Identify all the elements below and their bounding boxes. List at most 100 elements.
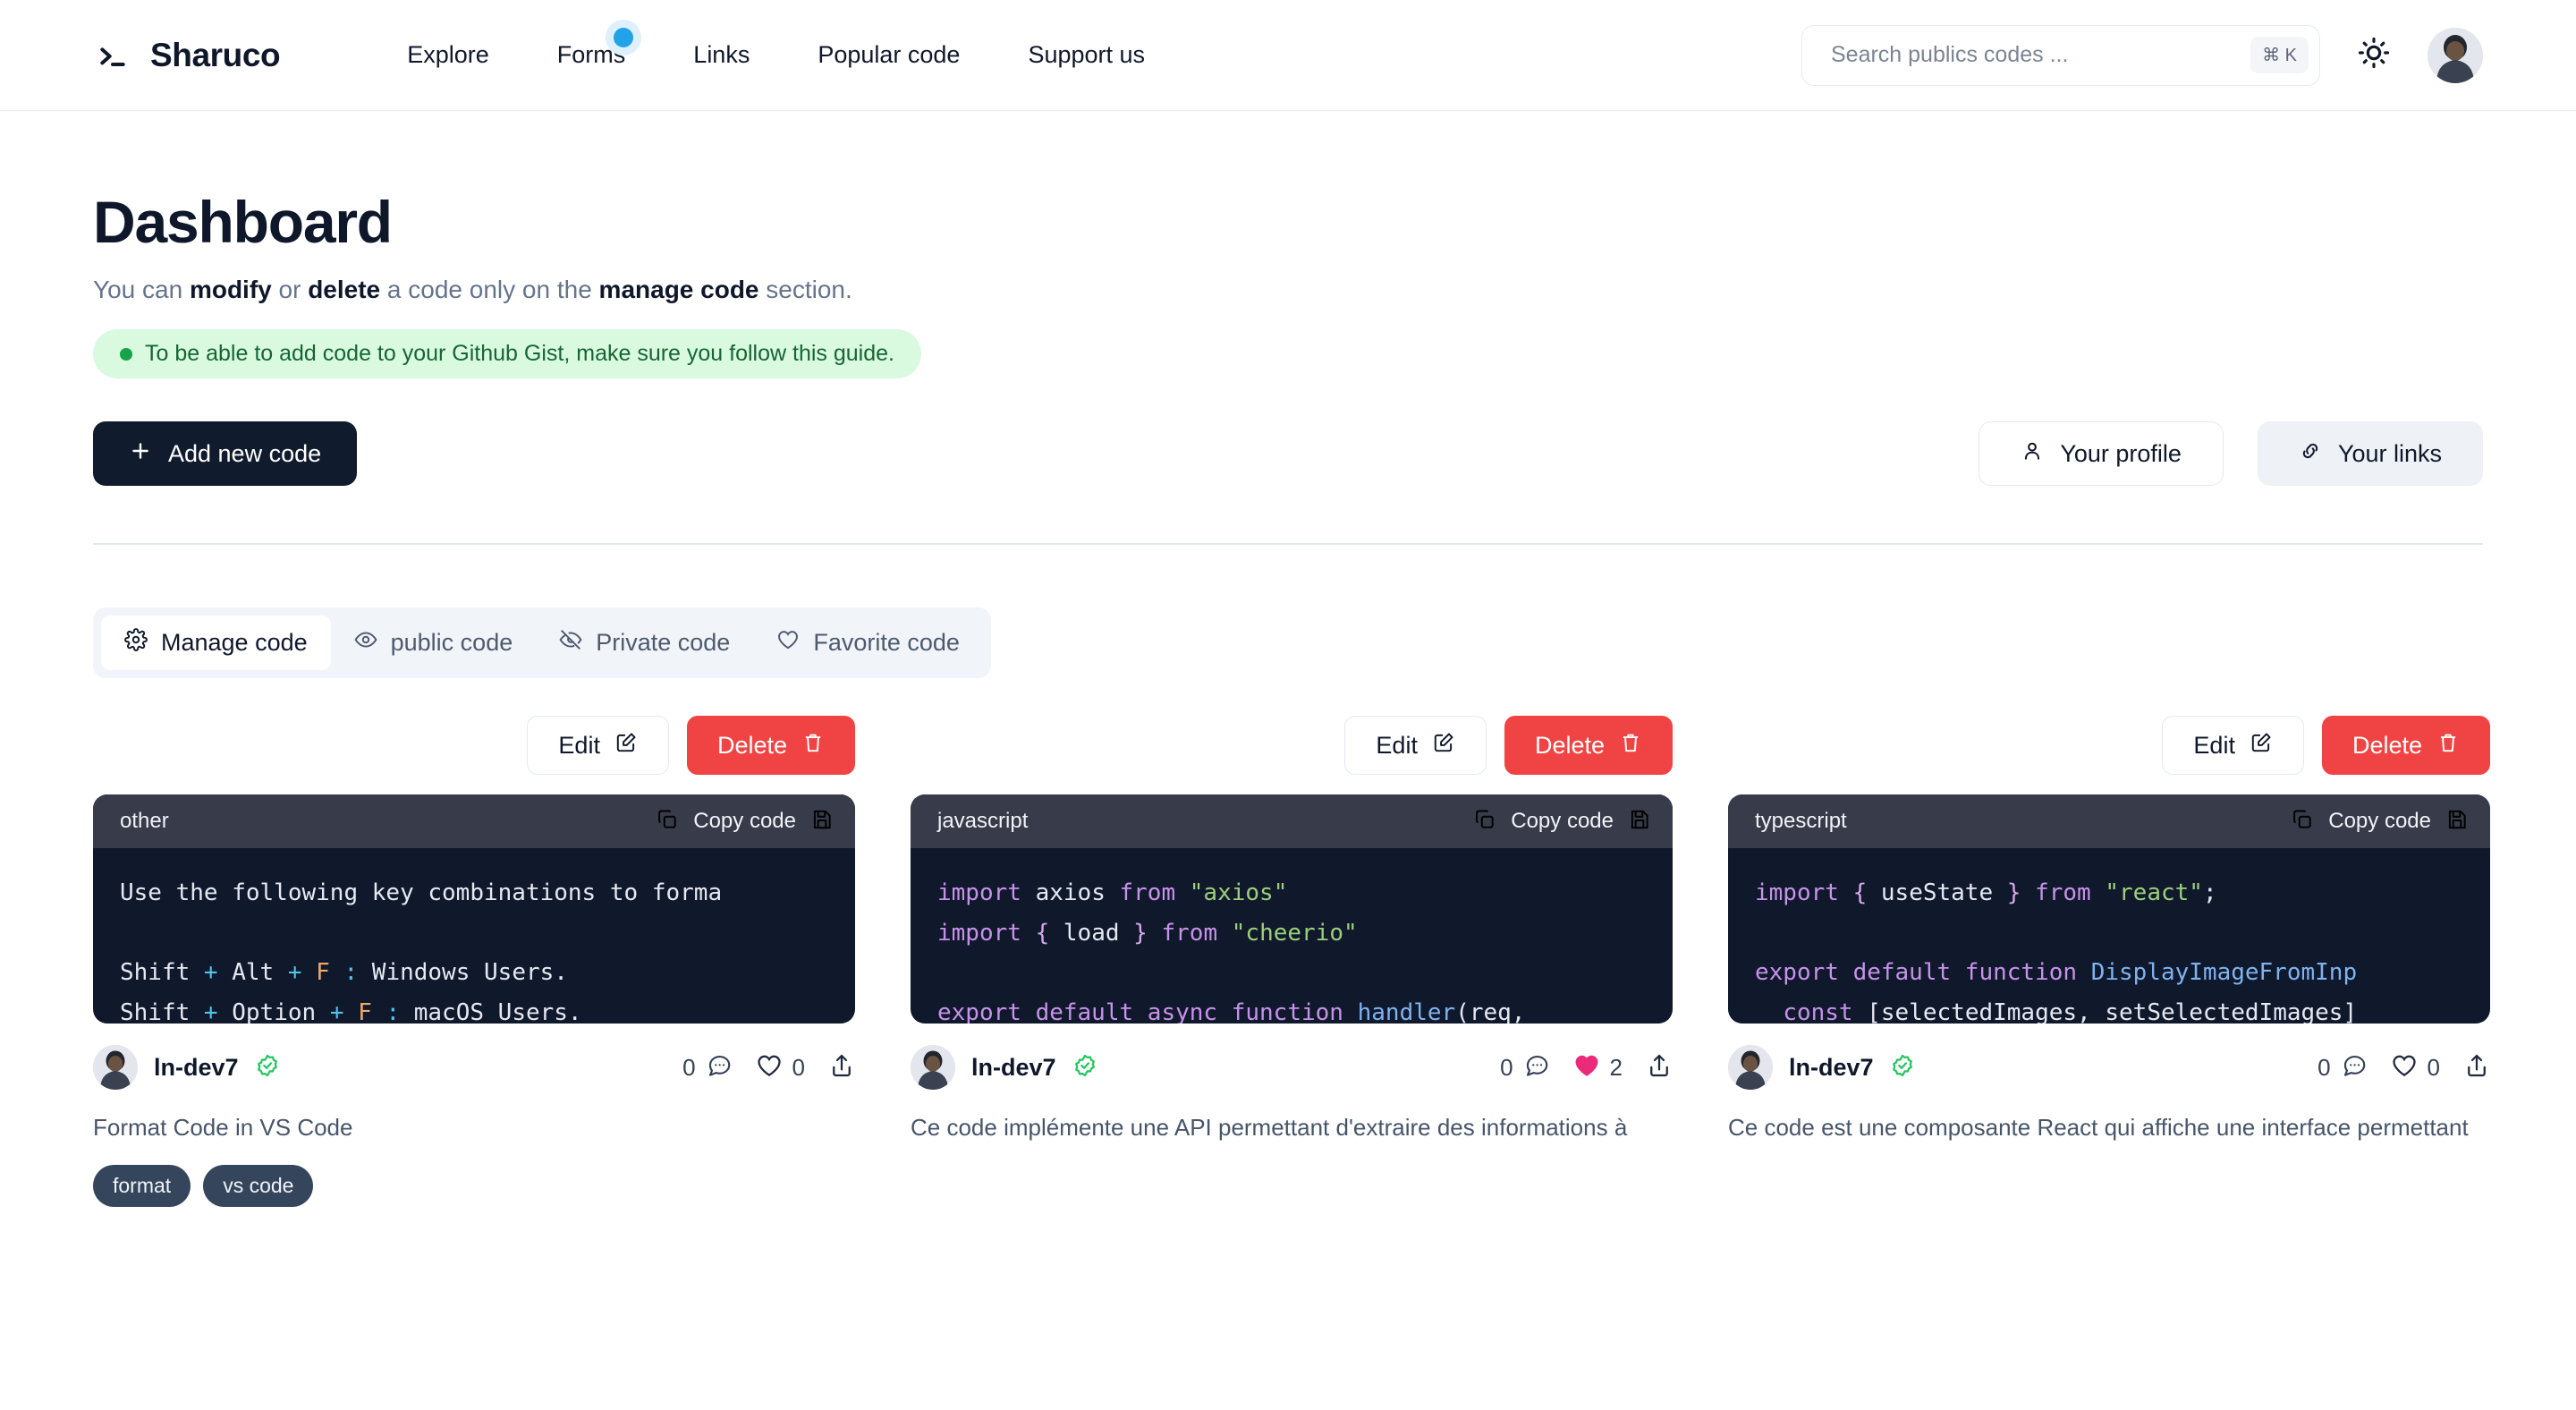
code-content: Use the following key combinations to fo… <box>93 848 855 1024</box>
your-links-button[interactable]: Your links <box>2258 421 2483 486</box>
edit-code-button[interactable]: Edit <box>527 716 669 775</box>
theme-toggle-button[interactable] <box>2351 32 2397 79</box>
code-block: typescript Copy code import { useState }… <box>1728 794 2490 1024</box>
edit-code-button[interactable]: Edit <box>1344 716 1487 775</box>
author-name: ln-dev7 <box>1789 1054 1874 1082</box>
code-tag[interactable]: vs code <box>203 1165 313 1207</box>
subtitle-delete: delete <box>308 276 380 303</box>
code-token: "axios" <box>1190 879 1288 906</box>
code-token: import <box>1755 879 1839 906</box>
tab-manage-code[interactable]: Manage code <box>101 616 331 670</box>
code-token: "react" <box>2105 879 2203 906</box>
copy-icon[interactable] <box>2291 808 2314 836</box>
like-stat[interactable]: 2 <box>1573 1052 1623 1083</box>
code-header-actions[interactable]: Copy code <box>656 808 834 836</box>
card-meta: ln-dev7 0 0 <box>93 1045 855 1090</box>
comment-stat[interactable]: 0 <box>1500 1052 1549 1083</box>
tab-private-code[interactable]: Private code <box>536 616 753 670</box>
code-header-actions[interactable]: Copy code <box>2291 808 2469 836</box>
trash-icon <box>1619 731 1642 760</box>
subtitle-part-0: You can <box>93 276 190 303</box>
comment-count: 0 <box>1500 1054 1513 1082</box>
copy-code-label[interactable]: Copy code <box>2328 809 2431 834</box>
code-token: + <box>204 999 218 1024</box>
code-content: import { useState } from "react"; export… <box>1728 848 2490 1024</box>
link-icon <box>2299 439 2322 469</box>
like-stat[interactable]: 0 <box>756 1052 805 1083</box>
verified-badge-icon <box>255 1053 280 1083</box>
subtitle-part-2: or <box>272 276 308 303</box>
subtitle-part-4: a code only on the <box>380 276 598 303</box>
terminal-prompt-icon <box>93 36 132 75</box>
code-header-actions[interactable]: Copy code <box>1473 808 1651 836</box>
code-token <box>1343 999 1358 1024</box>
notice-text: To be able to add code to your Github Gi… <box>145 341 894 367</box>
nav-label: Popular code <box>818 41 960 68</box>
code-token <box>2077 959 2091 986</box>
secondary-actions: Your profile Your links <box>1979 421 2483 486</box>
add-new-code-button[interactable]: Add new code <box>93 421 357 486</box>
user-avatar[interactable] <box>2428 28 2483 83</box>
comment-stat[interactable]: 0 <box>2318 1052 2367 1083</box>
code-token: from <box>1120 879 1176 906</box>
code-token <box>372 999 386 1024</box>
save-icon[interactable] <box>2445 808 2469 836</box>
delete-code-button[interactable]: Delete <box>2322 716 2490 775</box>
search-input[interactable] <box>1831 42 2250 68</box>
code-tag[interactable]: format <box>93 1165 191 1207</box>
app-header: Sharuco Explore Forms Links Popular code… <box>0 0 2576 111</box>
gist-guide-notice[interactable]: To be able to add code to your Github Gi… <box>93 329 921 378</box>
like-stat[interactable]: 0 <box>2391 1052 2440 1083</box>
subtitle-part-6: section. <box>759 276 852 303</box>
code-token: : <box>386 999 400 1024</box>
delete-code-button[interactable]: Delete <box>1504 716 1673 775</box>
share-button[interactable] <box>2463 1052 2490 1083</box>
code-block-header: other Copy code <box>93 794 855 848</box>
card-author[interactable]: ln-dev7 <box>93 1045 280 1090</box>
comment-stat[interactable]: 0 <box>682 1052 732 1083</box>
share-button[interactable] <box>1646 1052 1673 1083</box>
card-description: Format Code in VS Code <box>93 1111 855 1145</box>
delete-label: Delete <box>1535 732 1605 760</box>
nav-item-support-us[interactable]: Support us <box>994 41 1179 69</box>
card-author[interactable]: ln-dev7 <box>1728 1045 1915 1090</box>
card-actions: Edit Delete <box>911 716 1673 775</box>
nav-label: Support us <box>1028 41 1145 68</box>
save-icon[interactable] <box>1628 808 1651 836</box>
delete-code-button[interactable]: Delete <box>687 716 855 775</box>
copy-code-label[interactable]: Copy code <box>693 809 796 834</box>
verified-badge-icon <box>1890 1053 1915 1083</box>
save-icon[interactable] <box>810 808 834 836</box>
nav-badge-dot <box>606 20 641 55</box>
edit-code-button[interactable]: Edit <box>2162 716 2304 775</box>
code-token: from <box>1161 920 1217 947</box>
your-profile-button[interactable]: Your profile <box>1979 421 2224 486</box>
copy-icon[interactable] <box>1473 808 1496 836</box>
page-subtitle: You can modify or delete a code only on … <box>93 276 2483 304</box>
brand-logo[interactable]: Sharuco <box>93 36 280 75</box>
nav-item-links[interactable]: Links <box>659 41 784 69</box>
search-box[interactable]: ⌘ K <box>1801 25 2320 86</box>
code-token <box>330 959 344 986</box>
tab-favorite-code[interactable]: Favorite code <box>753 616 983 670</box>
sun-icon <box>2357 36 2391 74</box>
tab-public-code[interactable]: public code <box>331 616 537 670</box>
share-button[interactable] <box>828 1052 855 1083</box>
card-description: Ce code est une composante React qui aff… <box>1728 1111 2490 1147</box>
card-author[interactable]: ln-dev7 <box>911 1045 1097 1090</box>
author-avatar <box>1728 1045 1773 1090</box>
nav-item-explore[interactable]: Explore <box>373 41 523 69</box>
edit-label: Edit <box>558 732 600 760</box>
action-row: Add new code Your profile Your li <box>93 421 2483 486</box>
nav-item-popular-code[interactable]: Popular code <box>784 41 994 69</box>
card-meta: ln-dev7 0 0 <box>1728 1045 2490 1090</box>
code-token: load <box>1063 920 1120 947</box>
copy-code-label[interactable]: Copy code <box>1511 809 1614 834</box>
code-token: } <box>1120 920 1162 947</box>
code-token: ; <box>2203 879 2217 906</box>
copy-icon[interactable] <box>656 808 679 836</box>
code-token <box>343 999 358 1024</box>
nav-item-forms[interactable]: Forms <box>523 41 660 69</box>
edit-pencil-icon <box>2250 731 2273 760</box>
code-token: Windows Users. <box>358 959 568 986</box>
